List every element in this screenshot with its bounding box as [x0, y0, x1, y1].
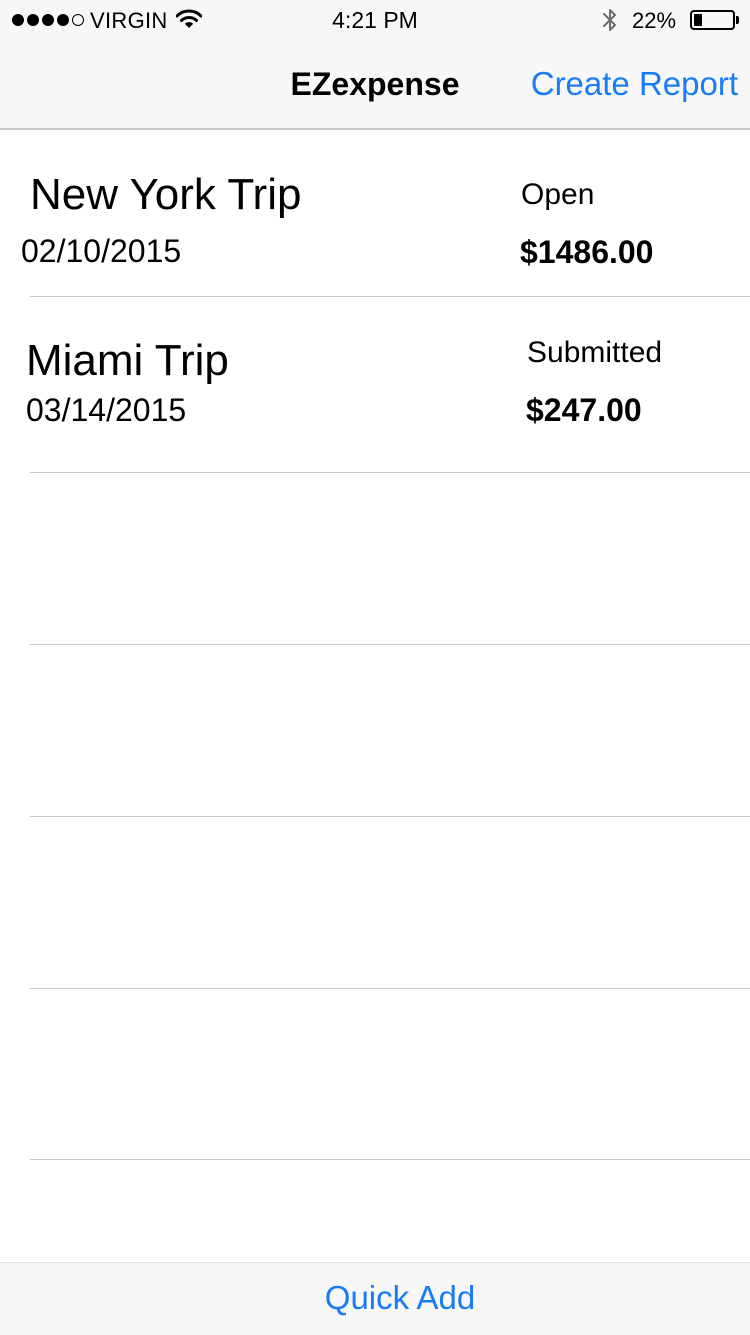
report-amount: $247.00: [526, 392, 642, 428]
battery-icon: [690, 10, 735, 30]
report-status: Open: [521, 178, 595, 211]
row-divider: [30, 988, 750, 989]
navigation-bar: EZexpense Create Report: [0, 40, 750, 130]
report-name: Miami Trip: [26, 336, 229, 385]
row-divider: [30, 472, 750, 473]
status-bar: VIRGIN 4:21 PM 22%: [0, 0, 750, 40]
report-name: New York Trip: [30, 170, 302, 219]
create-report-button[interactable]: Create Report: [531, 65, 738, 103]
battery-level-fill: [694, 14, 702, 26]
report-date: 03/14/2015: [26, 392, 187, 428]
bottom-toolbar: Quick Add: [0, 1262, 750, 1335]
report-date: 02/10/2015: [21, 233, 182, 269]
report-row[interactable]: New York Trip 02/10/2015 Open $1486.00: [0, 130, 750, 297]
battery-tip: [736, 16, 739, 24]
report-amount: $1486.00: [520, 234, 654, 270]
report-row[interactable]: Miami Trip 03/14/2015 Submitted $247.00: [0, 297, 750, 472]
battery-percent: 22%: [632, 8, 677, 33]
row-divider: [30, 644, 750, 645]
quick-add-button[interactable]: Quick Add: [0, 1279, 750, 1317]
bluetooth-icon: [601, 7, 619, 38]
report-status: Submitted: [527, 336, 663, 369]
row-divider: [30, 816, 750, 817]
row-divider: [30, 1159, 750, 1160]
